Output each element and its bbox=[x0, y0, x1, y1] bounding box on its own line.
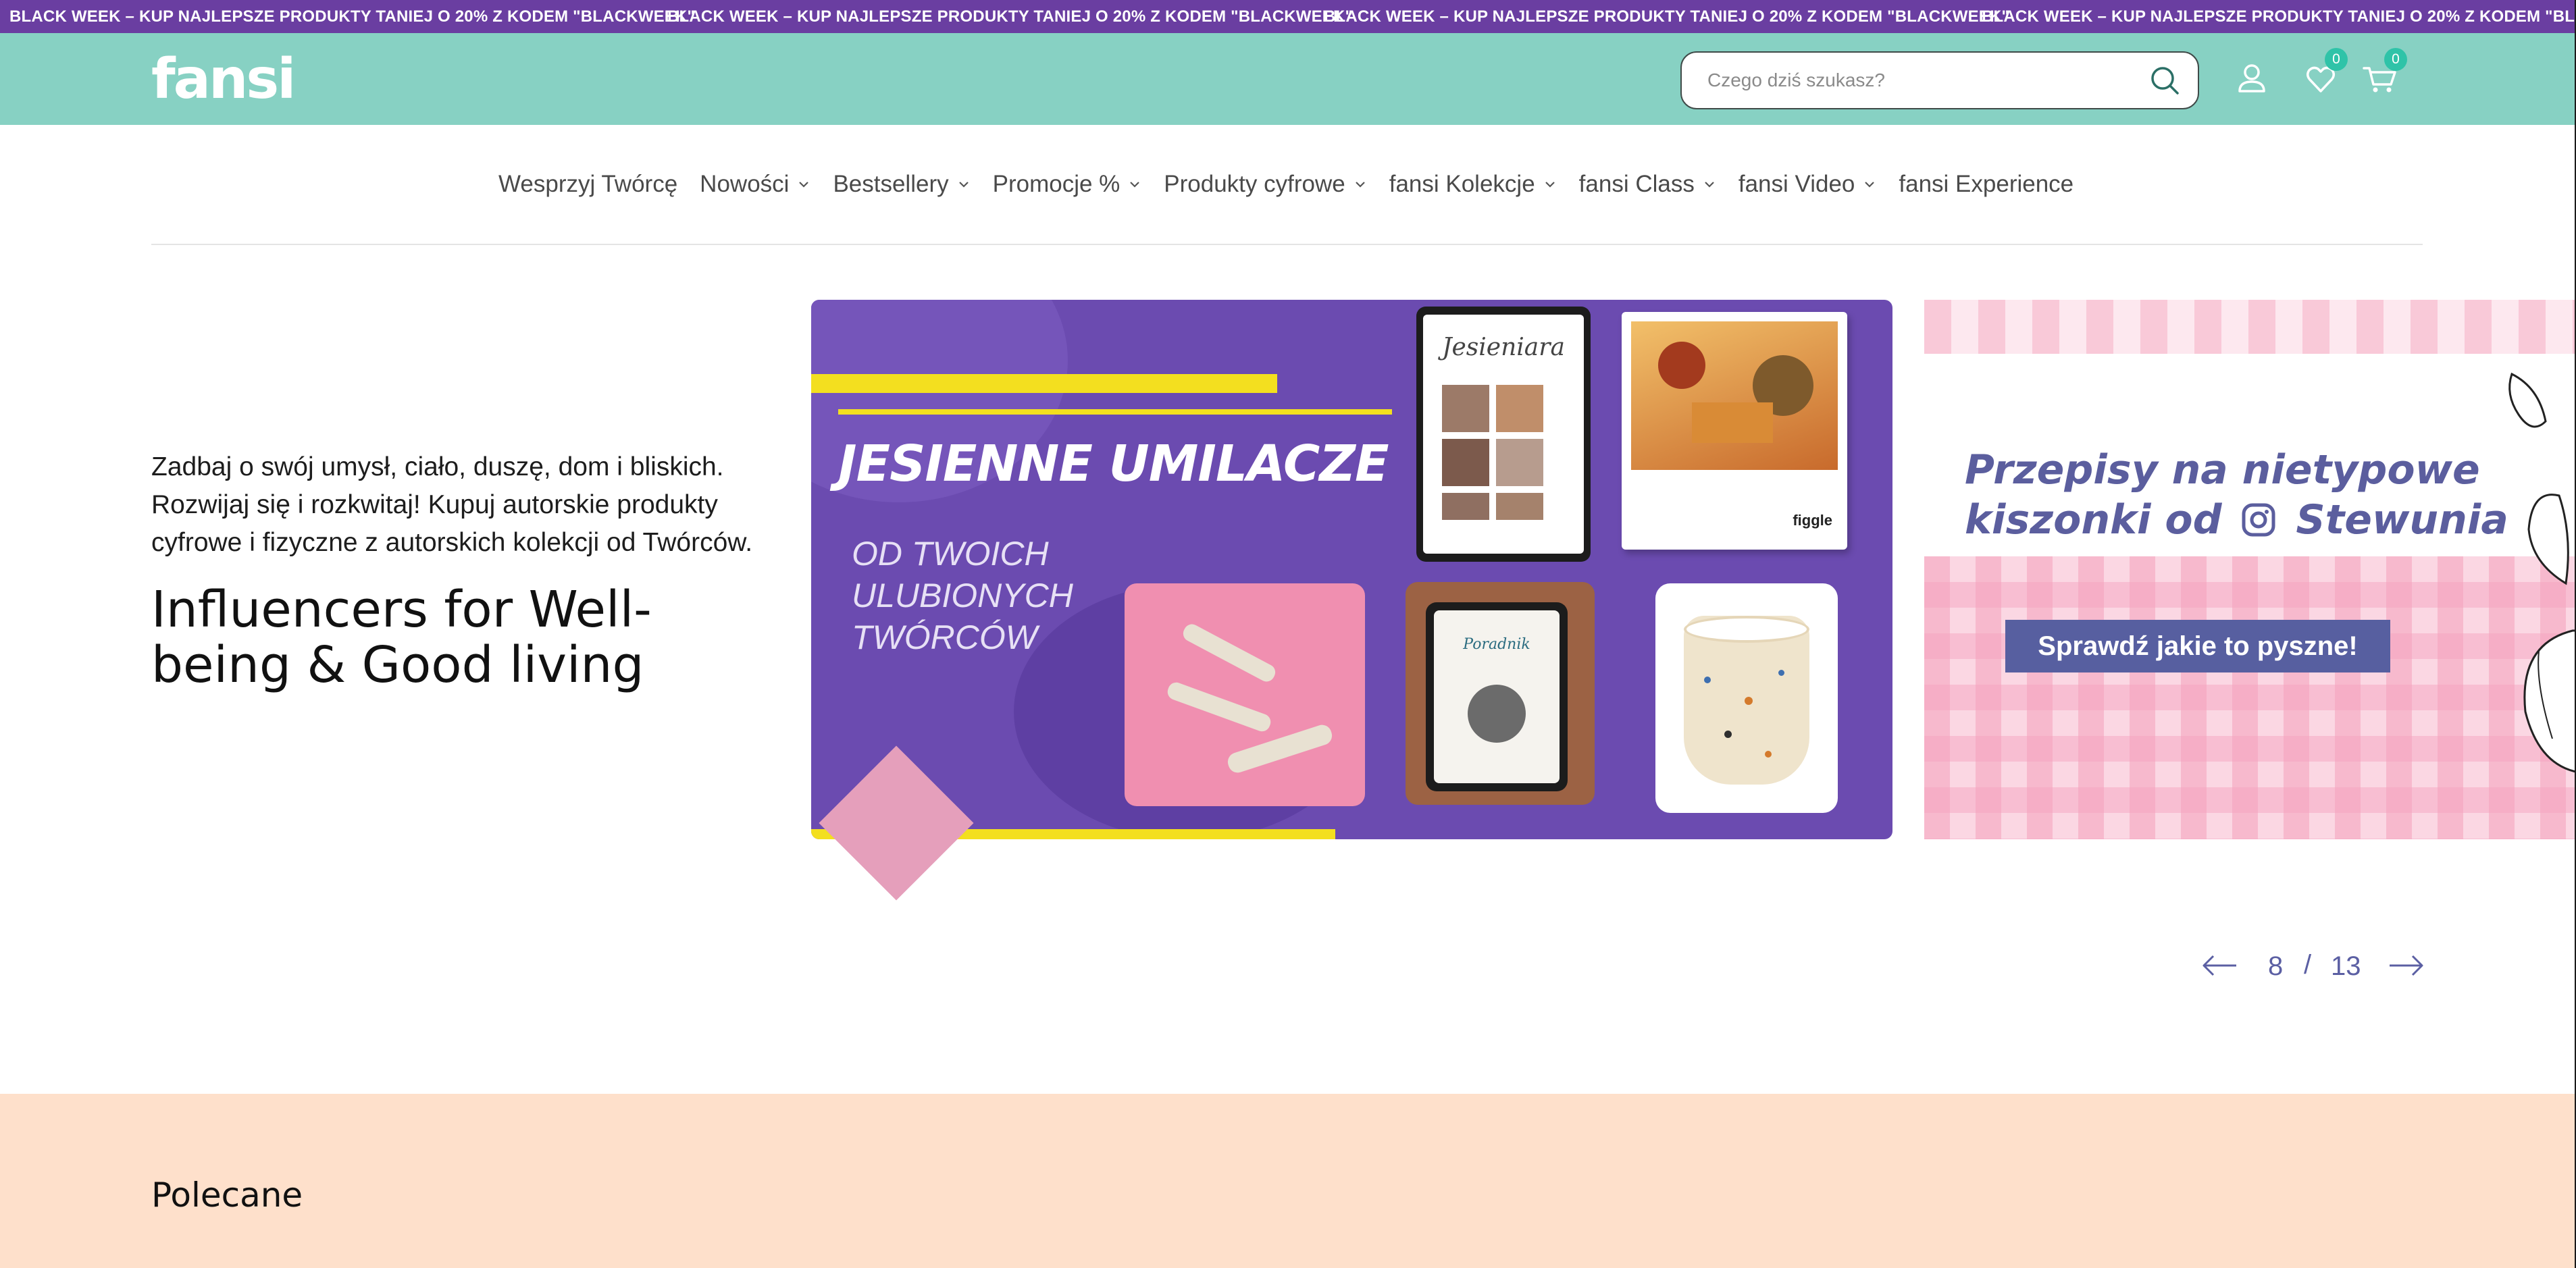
guidebook-tablet-image: Poradnik bbox=[1406, 582, 1595, 805]
recommended-title: Polecane bbox=[151, 1175, 303, 1215]
page: BLACK WEEK – KUP NAJLEPSZE PRODUKTY TANI… bbox=[0, 0, 2575, 1268]
instagram-handle: Stewunia bbox=[2296, 496, 2508, 544]
search-icon[interactable] bbox=[2149, 65, 2180, 96]
carousel-current-page: 8 bbox=[2268, 951, 2284, 981]
announcement-bar[interactable]: BLACK WEEK – KUP NAJLEPSZE PRODUKTY TANI… bbox=[0, 0, 2575, 33]
slide-title-text: kiszonki od bbox=[1965, 496, 2222, 544]
search-box bbox=[1680, 51, 2199, 109]
nav-item-label: Produkty cyfrowe bbox=[1164, 171, 1345, 197]
nav-item-fansi-class[interactable]: fansi Class bbox=[1579, 171, 1716, 198]
carousel-next-button[interactable] bbox=[2386, 952, 2426, 979]
nav-item-fansi-experience[interactable]: fansi Experience bbox=[1899, 171, 2073, 198]
check-recipes-button[interactable]: Sprawdź jakie to pyszne! bbox=[2005, 620, 2390, 672]
slide-pattern bbox=[1924, 300, 2575, 354]
carousel-slide-jesienne-umilacze[interactable]: JESIENNE UMILACZE OD TWOICH ULUBIONYCH T… bbox=[811, 300, 1892, 839]
nav-item-label: Promocje % bbox=[992, 171, 1120, 197]
puzzle-box-image: figgle bbox=[1622, 312, 1847, 550]
slide-accent-bar bbox=[838, 409, 1392, 415]
candle-image bbox=[1655, 583, 1838, 813]
nav-item-nowosci[interactable]: Nowości bbox=[700, 171, 810, 198]
nav-item-wesprzyj-tworce[interactable]: Wesprzyj Twórcę bbox=[498, 171, 677, 198]
nav-item-label: Bestsellery bbox=[833, 171, 949, 197]
slide-subtitle: OD TWOICH ULUBIONYCH TWÓRCÓW bbox=[852, 535, 1073, 656]
instagram-icon bbox=[2242, 503, 2275, 537]
slide-title-line: Przepisy na nietypowe bbox=[1965, 446, 2480, 494]
slide-title-line: kiszonki od Stewunia bbox=[1965, 495, 2508, 545]
carousel-total-pages: 13 bbox=[2331, 951, 2361, 981]
chevron-down-icon bbox=[1545, 182, 1555, 188]
chevron-down-icon bbox=[1705, 182, 1714, 188]
nav-item-label: fansi Video bbox=[1738, 171, 1855, 197]
chevron-down-icon bbox=[1355, 182, 1365, 188]
nav-item-label: fansi Kolekcje bbox=[1389, 171, 1535, 197]
sage-sticks-image bbox=[1125, 583, 1365, 806]
recommended-section: Polecane bbox=[0, 1094, 2575, 1268]
fansi-logo[interactable]: fansi bbox=[151, 49, 296, 110]
nav-item-produkty-cyfrowe[interactable]: Produkty cyfrowe bbox=[1164, 171, 1366, 198]
hero-description: Zadbaj o swój umysł, ciało, duszę, dom i… bbox=[151, 452, 753, 557]
cart-count-badge: 0 bbox=[2384, 48, 2407, 71]
announcement-text: BLACK WEEK – KUP NAJLEPSZE PRODUKTY TANI… bbox=[1982, 7, 2575, 26]
nav-item-label: fansi Experience bbox=[1899, 171, 2074, 197]
nav-item-fansi-kolekcje[interactable]: fansi Kolekcje bbox=[1389, 171, 1557, 198]
announcement-text: BLACK WEEK – KUP NAJLEPSZE PRODUKTY TANI… bbox=[9, 7, 696, 26]
site-header: fansi 0 0 bbox=[0, 33, 2575, 125]
ebook-title: Jesieniara bbox=[1442, 334, 1565, 361]
arrow-left-icon bbox=[2203, 955, 2236, 976]
wishlist-count-badge: 0 bbox=[2325, 48, 2348, 71]
slide-title: Przepisy na nietypowe kiszonki od Stewun… bbox=[1965, 445, 2508, 545]
chevron-down-icon bbox=[799, 182, 809, 188]
user-icon[interactable] bbox=[2232, 59, 2272, 99]
chevron-down-icon bbox=[958, 182, 969, 188]
announcement-text: BLACK WEEK – KUP NAJLEPSZE PRODUKTY TANI… bbox=[1324, 7, 2010, 26]
search-input[interactable] bbox=[1707, 53, 2140, 108]
guidebook-title: Poradnik bbox=[1463, 636, 1530, 653]
ebook-tablet-image: Jesieniara bbox=[1416, 307, 1591, 562]
nav-item-promocje[interactable]: Promocje % bbox=[993, 171, 1142, 198]
cart-button[interactable]: 0 bbox=[2360, 48, 2407, 99]
nav-item-label: Nowości bbox=[700, 171, 790, 197]
chevron-down-icon bbox=[1865, 182, 1875, 188]
slide-title: JESIENNE UMILACZE bbox=[838, 435, 1389, 493]
hero-title: Influencers for Well-being & Good living bbox=[151, 581, 652, 694]
main-nav: Wesprzyj Twórcę Nowości Bestsellery Prom… bbox=[498, 164, 2073, 205]
carousel-page-separator: / bbox=[2304, 950, 2312, 980]
nav-item-label: Wesprzyj Twórcę bbox=[498, 171, 678, 197]
slide-pattern bbox=[1924, 556, 2575, 839]
carousel-prev-button[interactable] bbox=[2200, 952, 2240, 979]
slide-accent-bar bbox=[811, 374, 1277, 393]
arrow-right-icon bbox=[2390, 955, 2423, 976]
wishlist-button[interactable]: 0 bbox=[2300, 48, 2348, 99]
announcement-text: BLACK WEEK – KUP NAJLEPSZE PRODUKTY TANI… bbox=[667, 7, 1354, 26]
nav-item-bestsellery[interactable]: Bestsellery bbox=[833, 171, 970, 198]
garlic-illustration bbox=[2508, 372, 2575, 772]
chevron-down-icon bbox=[1130, 182, 1140, 188]
box-brand: figgle bbox=[1793, 512, 1832, 529]
nav-item-fansi-video[interactable]: fansi Video bbox=[1738, 171, 1877, 198]
nav-item-label: fansi Class bbox=[1578, 171, 1695, 197]
carousel-slide-kiszonki[interactable]: Przepisy na nietypowe kiszonki od Stewun… bbox=[1924, 300, 2575, 839]
nav-divider bbox=[151, 244, 2423, 245]
